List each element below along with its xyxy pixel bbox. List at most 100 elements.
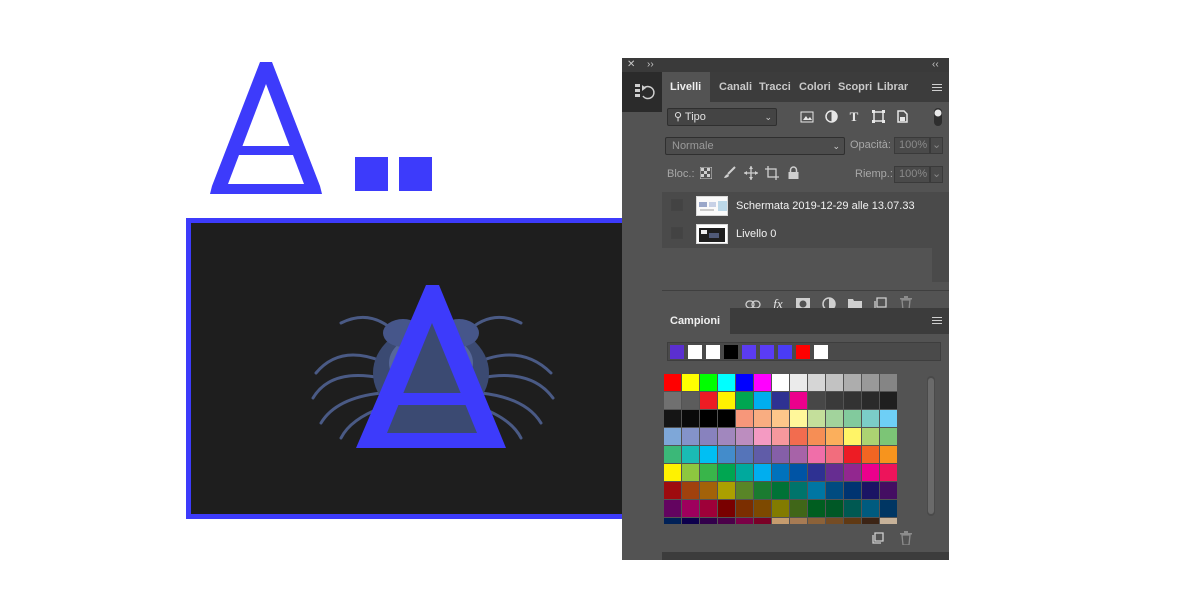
color-swatch[interactable]	[754, 410, 771, 427]
color-swatch[interactable]	[718, 410, 735, 427]
color-swatch[interactable]	[772, 482, 789, 499]
lock-artboard-icon[interactable]	[765, 166, 779, 180]
color-swatch[interactable]	[880, 410, 897, 427]
visibility-toggle[interactable]	[671, 199, 683, 211]
color-swatch[interactable]	[844, 482, 861, 499]
color-swatch[interactable]	[718, 446, 735, 463]
color-swatch[interactable]	[790, 374, 807, 391]
color-swatch[interactable]	[736, 446, 753, 463]
recent-swatch[interactable]	[796, 345, 810, 359]
color-swatch[interactable]	[826, 374, 843, 391]
color-swatch[interactable]	[736, 500, 753, 517]
color-swatch[interactable]	[880, 392, 897, 409]
color-swatch[interactable]	[754, 392, 771, 409]
swatch-scrollbar-thumb[interactable]	[928, 378, 934, 514]
type-filter-icon[interactable]: T	[847, 110, 861, 124]
lock-all-icon[interactable]	[788, 166, 799, 179]
color-swatch[interactable]	[790, 428, 807, 445]
filter-toggle-switch[interactable]	[933, 108, 943, 126]
color-swatch[interactable]	[700, 428, 717, 445]
color-swatch[interactable]	[736, 482, 753, 499]
smart-object-filter-icon[interactable]	[896, 110, 909, 123]
color-swatch[interactable]	[682, 464, 699, 481]
color-swatch[interactable]	[736, 410, 753, 427]
color-swatch[interactable]	[844, 518, 861, 524]
color-swatch[interactable]	[826, 428, 843, 445]
panel-resize-handle[interactable]	[662, 552, 949, 560]
color-swatch[interactable]	[664, 410, 681, 427]
color-swatch[interactable]	[682, 482, 699, 499]
color-swatch[interactable]	[880, 518, 897, 524]
color-swatch[interactable]	[700, 482, 717, 499]
history-panel-button[interactable]	[622, 72, 662, 112]
color-swatch[interactable]	[664, 392, 681, 409]
color-swatch[interactable]	[664, 482, 681, 499]
recent-swatch[interactable]	[814, 345, 828, 359]
color-swatch[interactable]	[790, 482, 807, 499]
layer-row[interactable]: Livello 0	[662, 220, 932, 248]
color-swatch[interactable]	[700, 500, 717, 517]
lock-pixels-icon[interactable]	[723, 166, 736, 179]
color-swatch[interactable]	[826, 518, 843, 524]
color-swatch[interactable]	[808, 428, 825, 445]
color-swatch[interactable]	[844, 500, 861, 517]
layer-filter-select[interactable]: ⚲ Tipo ⌄	[667, 108, 777, 126]
color-swatch[interactable]	[700, 446, 717, 463]
panel-menu-icon[interactable]	[932, 84, 942, 92]
color-swatch[interactable]	[664, 500, 681, 517]
color-swatch[interactable]	[880, 446, 897, 463]
color-swatch[interactable]	[790, 446, 807, 463]
collapse-icon[interactable]: ››	[647, 58, 654, 72]
color-swatch[interactable]	[808, 464, 825, 481]
color-swatch[interactable]	[772, 410, 789, 427]
color-swatch[interactable]	[754, 428, 771, 445]
color-swatch[interactable]	[718, 374, 735, 391]
tab-livelli[interactable]: Livelli	[662, 72, 710, 102]
color-swatch[interactable]	[808, 518, 825, 524]
color-swatch[interactable]	[718, 500, 735, 517]
tab-campioni[interactable]: Campioni	[662, 308, 730, 334]
expand-icon[interactable]: ‹‹	[932, 58, 939, 72]
color-swatch[interactable]	[862, 464, 879, 481]
color-swatch[interactable]	[718, 428, 735, 445]
color-swatch[interactable]	[736, 374, 753, 391]
color-swatch[interactable]	[862, 392, 879, 409]
color-swatch[interactable]	[880, 374, 897, 391]
tab-tracciati[interactable]: Tracci	[759, 72, 793, 102]
color-swatch[interactable]	[826, 446, 843, 463]
color-swatch[interactable]	[790, 500, 807, 517]
recent-swatch[interactable]	[724, 345, 738, 359]
color-swatch[interactable]	[664, 374, 681, 391]
color-swatch[interactable]	[880, 482, 897, 499]
color-swatch[interactable]	[862, 518, 879, 524]
color-swatch[interactable]	[880, 428, 897, 445]
color-swatch[interactable]	[826, 392, 843, 409]
color-swatch[interactable]	[844, 428, 861, 445]
recent-swatch[interactable]	[706, 345, 720, 359]
color-swatch[interactable]	[772, 428, 789, 445]
color-swatch[interactable]	[718, 482, 735, 499]
color-swatch[interactable]	[682, 500, 699, 517]
color-swatch[interactable]	[754, 446, 771, 463]
fill-chevron-icon[interactable]: ⌄	[930, 166, 943, 183]
color-swatch[interactable]	[826, 410, 843, 427]
tab-librerie[interactable]: Librar	[877, 72, 911, 102]
color-swatch[interactable]	[772, 500, 789, 517]
opacity-input[interactable]: 100%	[894, 137, 930, 154]
color-swatch[interactable]	[862, 374, 879, 391]
new-swatch-icon[interactable]	[872, 532, 884, 544]
color-swatch[interactable]	[826, 464, 843, 481]
recent-swatch[interactable]	[688, 345, 702, 359]
color-swatch[interactable]	[682, 518, 699, 524]
color-swatch[interactable]	[736, 428, 753, 445]
color-swatch[interactable]	[844, 464, 861, 481]
color-swatch[interactable]	[736, 464, 753, 481]
layer-row[interactable]: Schermata 2019-12-29 alle 13.07.33	[662, 192, 932, 220]
color-swatch[interactable]	[700, 392, 717, 409]
close-icon[interactable]: ✕	[627, 58, 635, 72]
color-swatch[interactable]	[700, 374, 717, 391]
tab-scopri[interactable]: Scopri	[838, 72, 872, 102]
recent-swatch[interactable]	[760, 345, 774, 359]
color-swatch[interactable]	[790, 464, 807, 481]
layers-scrollbar[interactable]	[932, 192, 949, 282]
